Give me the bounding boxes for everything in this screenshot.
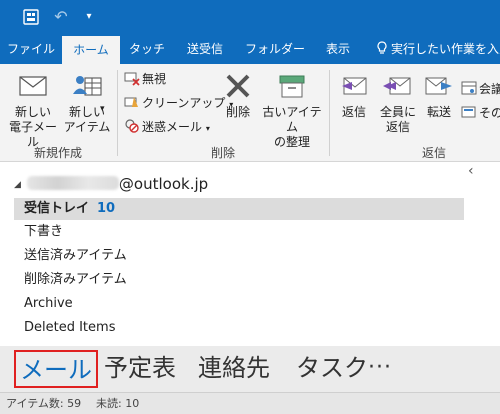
folder-label: Deleted Items bbox=[24, 320, 116, 335]
archive-old-button[interactable]: 古いアイテム の整理 bbox=[260, 70, 324, 150]
more-respond-button[interactable]: その bbox=[461, 104, 500, 122]
forward-button[interactable]: 転送 bbox=[422, 70, 456, 120]
tab-send-receive[interactable]: 送受信 bbox=[176, 34, 234, 64]
ignore-icon bbox=[124, 72, 140, 86]
junk-button[interactable]: 迷惑メール ▾ bbox=[124, 118, 210, 136]
meeting-label: 会議 bbox=[479, 82, 500, 96]
folder-drafts[interactable]: 下書き bbox=[14, 221, 464, 243]
group-separator bbox=[329, 70, 330, 156]
nav-calendar[interactable]: 予定表 bbox=[104, 350, 176, 388]
blurred-username bbox=[26, 176, 119, 190]
status-bar: アイテム数: 59 未読: 10 bbox=[0, 392, 500, 414]
delete-button[interactable]: 削除 bbox=[218, 70, 258, 120]
ignore-button[interactable]: 無視 bbox=[124, 70, 166, 88]
reply-button[interactable]: 返信 bbox=[334, 70, 374, 120]
folder-label: 受信トレイ bbox=[24, 201, 90, 216]
reply-icon bbox=[342, 77, 367, 95]
folder-label: 下書き bbox=[24, 224, 64, 239]
group-label-new: 新規作成 bbox=[33, 146, 82, 160]
new-items-label-2: アイテム bbox=[63, 120, 111, 134]
customize-qat-icon[interactable]: ▾ bbox=[80, 8, 98, 26]
tell-me-text: 実行したい作業を入力 bbox=[391, 42, 500, 56]
account-domain: @outlook.jp bbox=[118, 175, 209, 193]
group-label-respond: 返信 bbox=[421, 146, 446, 160]
reply-all-label-2: 返信 bbox=[385, 120, 410, 134]
tab-file[interactable]: ファイル bbox=[4, 34, 58, 64]
new-items-icon bbox=[73, 76, 102, 96]
folder-pane: ‹ ◢ @outlook.jp 受信トレイ 10 下書き 送信済みアイテム 削除済み… bbox=[0, 163, 500, 346]
meeting-icon bbox=[461, 81, 477, 95]
junk-dropdown-icon: ▾ bbox=[205, 124, 210, 133]
tab-view[interactable]: 表示 bbox=[316, 34, 360, 64]
nav-tasks[interactable]: タスク bbox=[296, 350, 368, 388]
ribbon-tab-bar: ファイル ホーム タッチ 送受信 フォルダー 表示 実行したい作業を入力 bbox=[0, 34, 500, 64]
folder-label: 送信済みアイテム bbox=[24, 248, 127, 263]
collapse-pane-icon[interactable]: ‹ bbox=[468, 163, 474, 179]
folder-deleted-items[interactable]: Deleted Items bbox=[14, 317, 464, 339]
reply-all-label-1: 全員に bbox=[379, 105, 416, 119]
expand-triangle-icon[interactable]: ◢ bbox=[14, 180, 21, 190]
forward-icon bbox=[425, 77, 452, 95]
tab-folder[interactable]: フォルダー bbox=[240, 34, 310, 64]
ribbon-home: 新しい 電子メール 新しい アイテム ▾ 新規作成 無視 クリーンアップ ▾ 迷… bbox=[0, 64, 500, 162]
folder-label: 削除済みアイテム bbox=[24, 272, 127, 287]
archive-box-icon bbox=[279, 75, 305, 98]
group-label-delete: 削除 bbox=[210, 146, 235, 160]
forward-label: 転送 bbox=[426, 105, 451, 119]
reply-all-icon bbox=[383, 77, 411, 95]
title-bar: ↶ ▾ bbox=[0, 0, 500, 34]
reply-all-button[interactable]: 全員に 返信 bbox=[374, 70, 422, 135]
new-email-button[interactable]: 新しい 電子メール bbox=[4, 70, 62, 150]
meeting-button[interactable]: 会議 bbox=[461, 80, 500, 98]
cleanup-label: クリーンアップ bbox=[142, 96, 226, 110]
ignore-label: 無視 bbox=[142, 72, 167, 86]
cleanup-icon bbox=[124, 97, 138, 107]
more-respond-label: その bbox=[479, 106, 500, 120]
delete-x-icon bbox=[226, 74, 250, 98]
account-header[interactable]: ◢ @outlook.jp bbox=[14, 175, 208, 193]
junk-label: 迷惑メール bbox=[142, 120, 203, 134]
folder-deleted[interactable]: 削除済みアイテム bbox=[14, 269, 464, 291]
tell-me-box[interactable]: 実行したい作業を入力 bbox=[376, 34, 500, 64]
junk-icon bbox=[125, 119, 139, 133]
folder-sent[interactable]: 送信済みアイテム bbox=[14, 245, 464, 267]
reply-label: 返信 bbox=[341, 105, 366, 119]
archive-old-label-1: 古いアイテム bbox=[262, 105, 322, 134]
new-mail-icon bbox=[19, 76, 47, 96]
nav-more-icon[interactable]: ··· bbox=[368, 350, 392, 386]
unread-count: 未読: 10 bbox=[96, 397, 140, 410]
outlook-app-icon[interactable] bbox=[22, 8, 40, 26]
new-items-dropdown-icon[interactable]: ▾ bbox=[100, 100, 105, 118]
nav-people[interactable]: 連絡先 bbox=[198, 350, 270, 388]
lightbulb-icon bbox=[377, 41, 387, 54]
item-count: アイテム数: 59 bbox=[6, 397, 82, 410]
unread-count-badge: 10 bbox=[97, 201, 116, 216]
folder-label: Archive bbox=[24, 296, 73, 311]
folder-inbox[interactable]: 受信トレイ 10 bbox=[14, 198, 464, 220]
navigation-bar: メール 予定表 連絡先 タスク ··· bbox=[0, 346, 500, 392]
nav-mail[interactable]: メール bbox=[14, 350, 98, 388]
folder-archive[interactable]: Archive bbox=[14, 293, 464, 315]
new-email-label-1: 新しい bbox=[14, 105, 51, 119]
tab-home[interactable]: ホーム bbox=[62, 36, 120, 64]
tab-touch[interactable]: タッチ bbox=[124, 34, 170, 64]
undo-icon[interactable]: ↶ bbox=[52, 8, 70, 26]
more-respond-icon bbox=[461, 106, 476, 118]
cleanup-button[interactable]: クリーンアップ ▾ bbox=[124, 94, 233, 112]
delete-label: 削除 bbox=[225, 105, 250, 119]
